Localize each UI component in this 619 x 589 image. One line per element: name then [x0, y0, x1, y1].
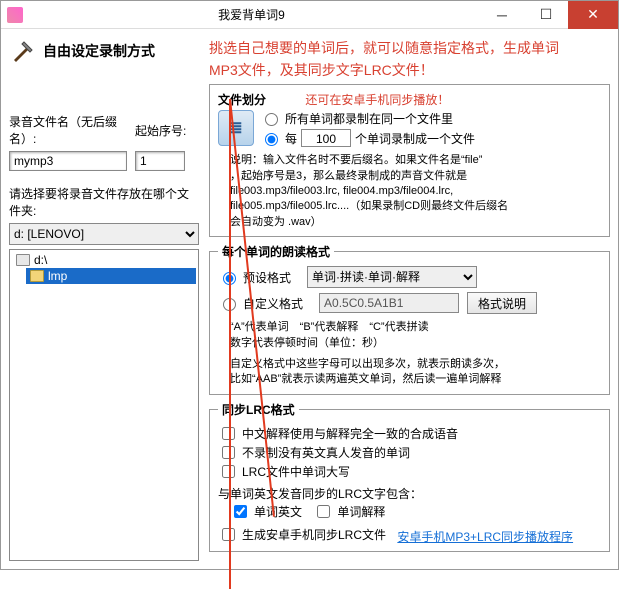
check-uppercase[interactable]: LRC文件中单词大写 — [218, 462, 350, 481]
custom-format-input — [319, 293, 459, 313]
format-help-button[interactable]: 格式说明 — [467, 292, 537, 314]
tree-folder-selected[interactable]: lmp — [26, 268, 196, 284]
format-note: 数字代表停顿时间（单位：秒） — [230, 336, 601, 351]
startnum-input[interactable] — [135, 151, 185, 171]
panel-title: 自由设定录制方式 — [43, 41, 155, 61]
folder-icon — [30, 270, 44, 282]
check-gen-android-lrc[interactable]: 生成安卓手机同步LRC文件 — [218, 525, 386, 544]
window-title: 我爱背单词9 — [23, 6, 480, 23]
red-instruction-2: MP3文件，及其同步文字LRC文件！ — [209, 59, 610, 81]
startnum-label: 起始序号: — [135, 122, 186, 139]
check-skip-no-audio[interactable]: 不录制没有英文真人发音的单词 — [218, 443, 410, 462]
file-split-legend: 文件划分 — [218, 93, 266, 107]
file-split-desc: 说明：输入文件名时不要后缀名。如果文件名是“file” — [230, 153, 508, 168]
check-synth-voice[interactable]: 中文解释使用与解释完全一致的合成语音 — [218, 424, 458, 443]
folder-tree[interactable]: d:\ lmp — [9, 249, 199, 561]
hammer-icon — [9, 37, 37, 65]
radio-per-count[interactable]: 每 100 个单词录制成一个文件 — [260, 129, 475, 147]
maximize-button[interactable]: ☐ — [524, 1, 568, 29]
file-split-desc: ，起始序号是3，那么最终录制成的声音文件就是 — [230, 169, 508, 184]
check-word-english[interactable]: 单词英文 — [230, 502, 302, 521]
app-icon — [7, 7, 23, 23]
read-format-group: 每个单词的朗读格式 预设格式 单词·拼读·单词·解释 自定义格式 格式说明 “A… — [209, 243, 610, 395]
android-player-link[interactable]: 安卓手机MP3+LRC同步播放程序 — [397, 530, 573, 544]
app-window: 我爱背单词9 ─ ☐ ✕ 自由设定录制方式 录音文件名（无后缀名）: 起始序号: — [0, 0, 619, 570]
file-split-group: 文件划分 还可在安卓手机同步播放！ ≣ 所有单词都录制在同一个文件里 — [209, 84, 610, 237]
format-note: 自定义格式中这些字母可以出现多次，就表示朗读多次， — [230, 357, 601, 372]
read-format-legend: 每个单词的朗读格式 — [218, 243, 334, 260]
save-folder-label: 请选择要将录音文件存放在哪个文件夹: — [9, 185, 199, 219]
drive-select[interactable]: d: [LENOVO] — [9, 223, 199, 245]
tree-root[interactable]: d:\ — [12, 252, 196, 268]
filename-input[interactable] — [9, 151, 127, 171]
format-note: 比如“AAB”就表示读两遍英文单词，然后读一遍单词解释 — [230, 372, 601, 387]
minimize-button[interactable]: ─ — [480, 1, 524, 29]
file-split-desc: 会自动变为 .wav） — [230, 215, 508, 230]
filename-label: 录音文件名（无后缀名）: — [9, 113, 127, 147]
red-instruction-1: 挑选自己想要的单词后，就可以随意指定格式，生成单词 — [209, 37, 610, 59]
left-panel: 自由设定录制方式 录音文件名（无后缀名）: 起始序号: 请选择要将录音文件存放在… — [9, 37, 199, 561]
drive-icon — [16, 254, 30, 266]
lrc-sync-label: 与单词英文发音同步的LRC文字包含： — [218, 485, 601, 502]
annotation-line — [229, 99, 231, 589]
file-split-desc: file003.mp3/file003.lrc, file004.mp3/fil… — [230, 184, 508, 199]
preset-format-select[interactable]: 单词·拼读·单词·解释 — [307, 266, 477, 288]
file-split-icon: ≣ — [218, 110, 254, 146]
file-split-desc: file005.mp3/file005.lrc....（如果录制CD则最终文件后… — [230, 199, 508, 214]
check-word-explain[interactable]: 单词解释 — [313, 502, 385, 521]
titlebar: 我爱背单词9 ─ ☐ ✕ — [1, 1, 618, 29]
radio-all-one-file[interactable]: 所有单词都录制在同一个文件里 — [260, 110, 453, 127]
count-input[interactable]: 100 — [301, 129, 351, 147]
red-instruction-3: 还可在安卓手机同步播放！ — [305, 93, 449, 107]
close-button[interactable]: ✕ — [568, 1, 618, 29]
format-note: “A”代表单词 “B”代表解释 “C”代表拼读 — [230, 320, 601, 335]
